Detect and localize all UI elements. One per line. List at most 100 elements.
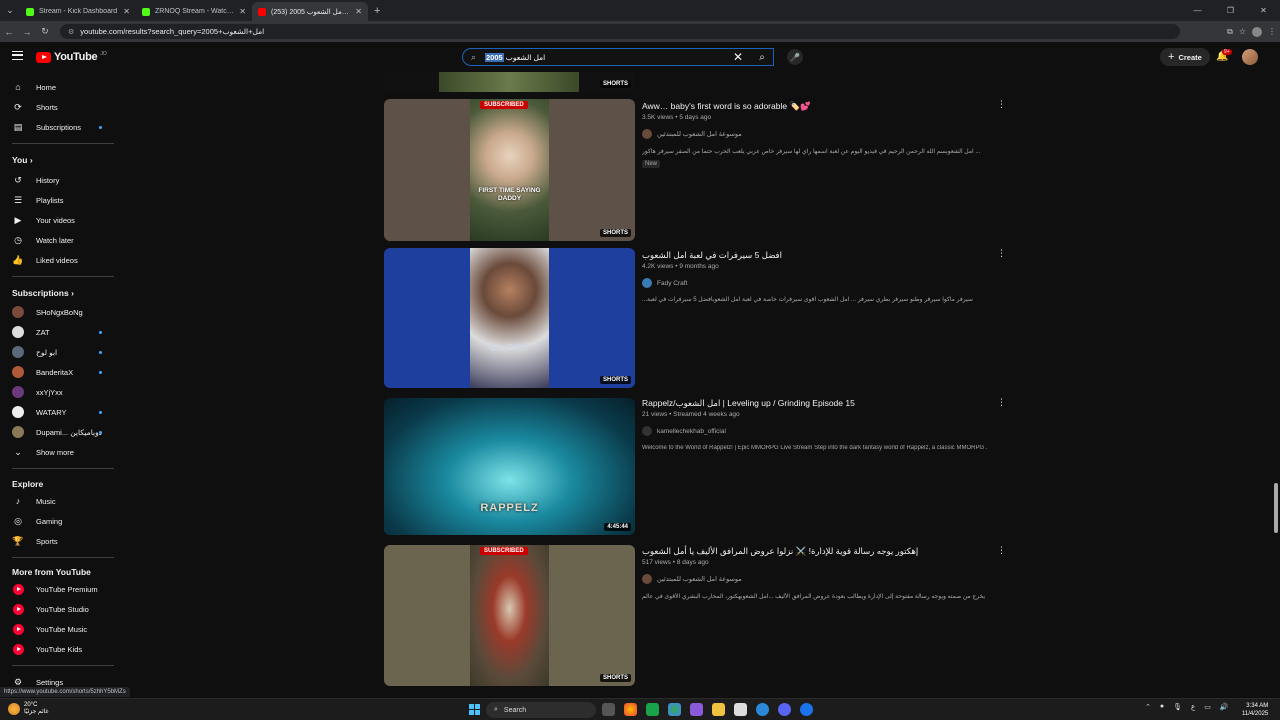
sidebar-item-sports[interactable]: 🏆 Sports <box>0 532 118 550</box>
sidebar-channel[interactable]: BanderitaX <box>0 363 118 381</box>
app-icon[interactable] <box>800 703 813 716</box>
more-actions-icon[interactable]: ⋮ <box>997 99 1006 110</box>
thumbnail-caption: RAPPELZ <box>480 502 539 514</box>
tab-kick-dashboard[interactable]: Stream - Kick Dashboard ✕ <box>20 2 136 21</box>
app-icon[interactable] <box>646 703 659 716</box>
sidebar-channel[interactable]: WATARY <box>0 403 118 421</box>
back-icon[interactable]: ← <box>0 27 18 37</box>
discord-icon[interactable] <box>778 703 791 716</box>
sidebar-item-shorts[interactable]: ⟳ Shorts <box>0 98 118 116</box>
channel-link[interactable]: موسوعة امل الشعوب للمبتدئين <box>642 129 742 139</box>
forward-icon[interactable]: → <box>18 27 36 37</box>
channel-link[interactable]: kamellechekhab_official <box>642 426 726 436</box>
task-view-icon[interactable] <box>602 703 615 716</box>
microphone-icon[interactable]: 🎙 <box>1173 703 1182 711</box>
sidebar-item-playlists[interactable]: ☰ Playlists <box>0 191 118 209</box>
close-icon[interactable]: ✕ <box>239 7 246 16</box>
site-info-icon[interactable]: ⚙ <box>68 28 74 36</box>
thumbnail-caption: FIRST TIME SAYING DADDY <box>478 187 541 202</box>
sidebar-item-youtube-premium[interactable]: YouTube Premium <box>0 580 118 598</box>
create-button[interactable]: + Create <box>1160 48 1210 66</box>
avatar[interactable] <box>1242 49 1258 65</box>
more-actions-icon[interactable]: ⋮ <box>997 397 1006 408</box>
tab-youtube[interactable]: امل الشعوب 2005 (253) - YouTube ✕ <box>252 2 368 21</box>
sidebar-item-label: Settings <box>36 677 64 687</box>
taskbar-search[interactable]: ⌕ Search <box>486 702 596 718</box>
sidebar-item-watch-later[interactable]: ◷ Watch later <box>0 231 118 249</box>
video-title[interactable]: افضل 5 سيرفرات في لعبة امل الشعوب <box>642 250 782 261</box>
bookmark-star-icon[interactable]: ☆ <box>1239 27 1246 36</box>
store-icon[interactable] <box>734 703 747 716</box>
install-icon[interactable]: ⧉ <box>1227 27 1233 37</box>
sidebar-item-home[interactable]: ⌂ Home <box>0 78 118 96</box>
maximize-icon[interactable]: ❐ <box>1214 6 1247 15</box>
reload-icon[interactable]: ↻ <box>36 26 54 37</box>
video-thumbnail[interactable]: SHORTS <box>384 72 635 92</box>
close-window-icon[interactable]: ✕ <box>1247 6 1280 15</box>
menu-icon[interactable]: ⋮ <box>1268 27 1276 36</box>
language-indicator[interactable]: ع <box>1191 703 1195 711</box>
tab-kick-stream[interactable]: ZRNOQ Stream - Watch Live on Kick ✕ <box>136 2 252 21</box>
sidebar-item-history[interactable]: ↺ History <box>0 171 118 189</box>
close-icon[interactable]: ✕ <box>355 7 362 16</box>
network-icon[interactable]: ▭ <box>1204 703 1211 711</box>
chrome-icon[interactable] <box>624 703 637 716</box>
search-input[interactable]: ⌕ 2005 امل الشعوب ✕ <box>462 48 774 66</box>
sidebar-item-label: YouTube Studio <box>36 604 89 614</box>
sidebar-item-youtube-music[interactable]: YouTube Music <box>0 620 118 638</box>
url-field[interactable]: ⚙ youtube.com/results?search_query=2005+… <box>60 24 1180 39</box>
chevron-up-icon[interactable]: ⌃ <box>1145 703 1151 711</box>
video-thumbnail[interactable]: FIRST TIME SAYING DADDY SUBSCRIBED SHORT… <box>384 99 635 241</box>
search-button[interactable]: ⌕ <box>748 48 776 66</box>
edge-icon[interactable] <box>756 703 769 716</box>
video-title[interactable]: إهكتور يوجه رسالة قوية للإدارة! ⚔️ نزلوا… <box>642 546 918 557</box>
minimize-icon[interactable]: — <box>1181 6 1214 15</box>
scrollbar[interactable] <box>1272 72 1280 702</box>
sidebar-subscriptions-heading[interactable]: Subscriptions › <box>12 288 74 298</box>
sidebar-channel[interactable]: Dupami... دوباميكاين <box>0 423 118 441</box>
channel-avatar <box>642 574 652 584</box>
sidebar-item-gaming[interactable]: ◎ Gaming <box>0 512 118 530</box>
chrome-icon[interactable] <box>668 703 681 716</box>
sidebar-you-heading[interactable]: You › <box>12 155 33 165</box>
sidebar-channel[interactable]: xxYjYxx <box>0 383 118 401</box>
file-explorer-icon[interactable] <box>712 703 725 716</box>
sidebar-item-music[interactable]: ♪ Music <box>0 492 118 510</box>
video-title[interactable]: Aww… baby's first word is so adorable 🏷️… <box>642 101 811 112</box>
weather-widget[interactable]: 20°C غائم جزئيًا <box>8 702 49 716</box>
channel-link[interactable]: موسوعة امل الشعوب للمبتدئين <box>642 574 742 584</box>
tab-search-icon[interactable]: ⌄ <box>0 0 20 21</box>
clock[interactable]: 3:34 AM 11/4/2025 <box>1242 702 1268 718</box>
sidebar-item-your-videos[interactable]: ▶ Your videos <box>0 211 118 229</box>
video-thumbnail[interactable]: GLORY SHORTS <box>384 248 635 388</box>
more-actions-icon[interactable]: ⋮ <box>997 545 1006 556</box>
profile-icon[interactable] <box>1252 26 1262 37</box>
video-title[interactable]: Rappelz/امل الشعوب | Leveling up / Grind… <box>642 398 855 409</box>
more-from-youtube-heading: More from YouTube <box>12 567 91 577</box>
sidebar-item-subscriptions[interactable]: ▤ Subscriptions <box>0 118 118 136</box>
close-icon[interactable]: ✕ <box>123 7 130 16</box>
new-tab-icon[interactable]: + <box>374 5 380 17</box>
clear-search-icon[interactable]: ✕ <box>733 50 743 64</box>
weather-icon <box>8 703 20 715</box>
sidebar-channel[interactable]: ZAT <box>0 323 118 341</box>
sidebar-item-youtube-studio[interactable]: YouTube Studio <box>0 600 118 618</box>
scrollbar-thumb[interactable] <box>1274 483 1278 533</box>
voice-search-icon[interactable]: 🎤 <box>787 49 803 65</box>
channel-link[interactable]: Fady Craft <box>642 278 687 288</box>
video-thumbnail[interactable]: RAPPELZ 4:45:44 <box>384 398 635 535</box>
sidebar-channel[interactable]: SHoNgxBoNg <box>0 303 118 321</box>
app-icon[interactable] <box>690 703 703 716</box>
volume-icon[interactable]: 🔊 <box>1220 703 1229 711</box>
show-more-button[interactable]: ⌄ Show more <box>0 443 118 461</box>
guide-menu-icon[interactable] <box>12 51 23 60</box>
logo-text: YouTube <box>54 51 98 63</box>
tray-app-icon[interactable]: ● <box>1160 703 1164 711</box>
video-thumbnail[interactable]: SUBSCRIBED SHORTS <box>384 545 635 686</box>
youtube-logo[interactable]: YouTube JO <box>36 51 107 63</box>
more-actions-icon[interactable]: ⋮ <box>997 248 1006 259</box>
windows-start-icon[interactable] <box>469 704 480 715</box>
sidebar-item-youtube-kids[interactable]: YouTube Kids <box>0 640 118 658</box>
sidebar-channel[interactable]: ابو لوح <box>0 343 118 361</box>
sidebar-item-liked-videos[interactable]: 👍 Liked videos <box>0 251 118 269</box>
